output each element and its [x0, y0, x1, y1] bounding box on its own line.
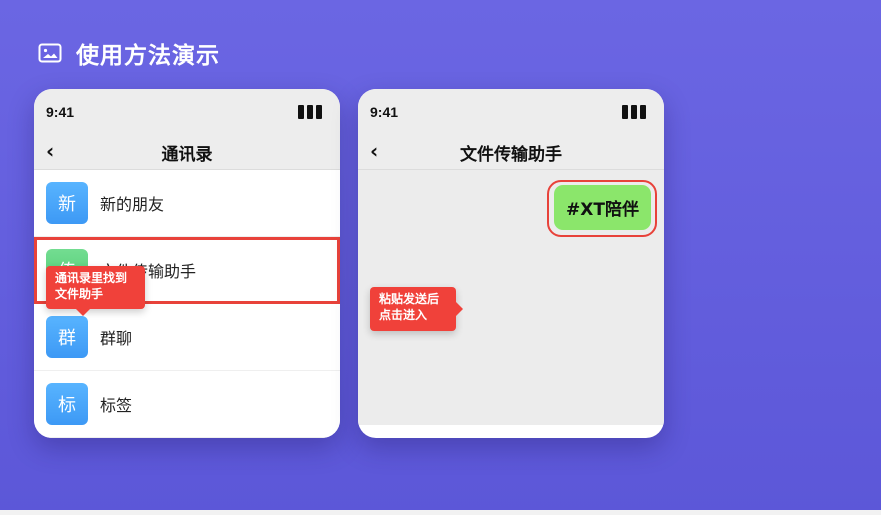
nav-bar: ‹ 通讯录	[34, 133, 340, 170]
status-bar: 9:41	[358, 89, 664, 133]
hint-line: 点击进入	[379, 308, 428, 322]
phone-contacts: 9:41 ‹ 通讯录 新 新的朋友 传 文件传输助手 群 群聊 标 标签 通讯录…	[34, 89, 340, 438]
hint-tooltip: 通讯录里找到 文件助手	[46, 266, 145, 316]
contact-item-tags[interactable]: 标 标签	[34, 371, 340, 438]
contact-item-new-friends[interactable]: 新 新的朋友	[34, 170, 340, 237]
contact-label: 新的朋友	[100, 195, 165, 214]
hint-tooltip: 粘贴发送后 点击进入	[370, 287, 463, 331]
message-bubble[interactable]: #XT陪伴	[554, 185, 651, 230]
nav-title: 文件传输助手	[460, 145, 562, 165]
section-header: 使用方法演示	[38, 38, 220, 69]
phone-chat: 9:41 ‹ 文件传输助手 粘贴发送后 点击进入 #XT陪伴	[358, 89, 664, 438]
nav-title: 通讯录	[161, 145, 213, 165]
hint-line: 文件助手	[55, 287, 104, 301]
hint-line: 通讯录里找到	[55, 271, 128, 285]
signal-icon	[298, 105, 324, 119]
avatar: 群	[46, 316, 88, 358]
contact-label: 群聊	[100, 329, 133, 348]
hint-line: 粘贴发送后	[379, 292, 440, 306]
avatar: 标	[46, 383, 88, 425]
avatar: 新	[46, 182, 88, 224]
status-time: 9:41	[46, 104, 75, 120]
signal-icon	[622, 105, 648, 119]
section-title: 使用方法演示	[76, 43, 220, 69]
status-bar: 9:41	[34, 89, 340, 133]
status-time: 9:41	[370, 104, 399, 120]
bottom-divider	[0, 510, 881, 515]
contact-label: 标签	[100, 396, 133, 415]
nav-bar: ‹ 文件传输助手	[358, 133, 664, 170]
image-icon	[38, 43, 62, 63]
